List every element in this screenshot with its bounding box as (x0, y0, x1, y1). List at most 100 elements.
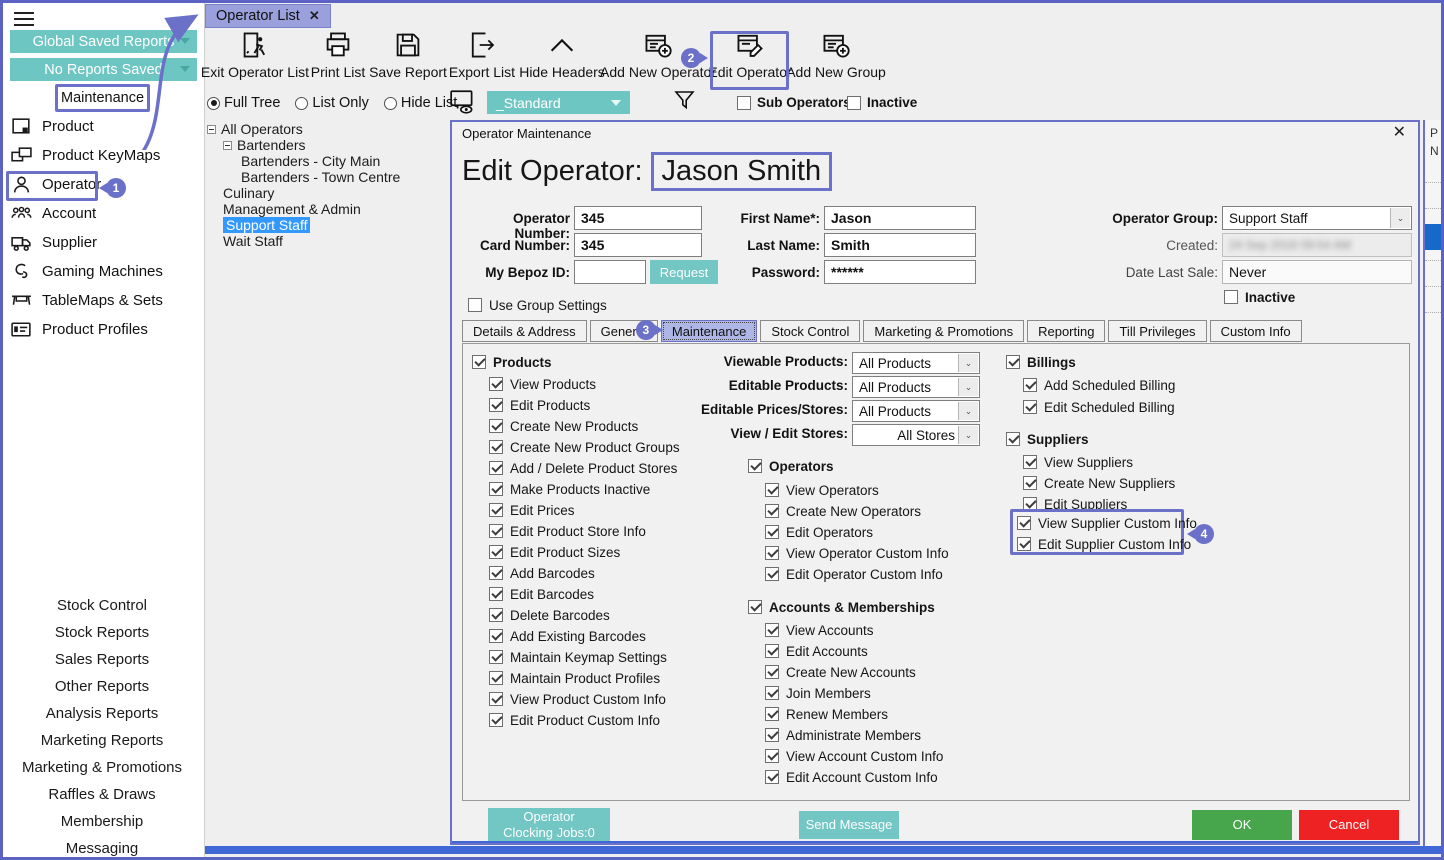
sidebar-item-supplier[interactable]: Supplier (10, 230, 97, 254)
use-group-settings-checkbox[interactable]: Use Group Settings (468, 298, 607, 313)
permission-checkbox[interactable]: Renew Members (765, 707, 943, 722)
tree-row[interactable]: All Operators (207, 121, 447, 137)
sidebar-item-product[interactable]: Product (10, 114, 94, 138)
export-list-button[interactable]: Export List (448, 30, 516, 80)
sidebar-item-maintenance[interactable]: Maintenance (55, 84, 150, 112)
tab-custom-info[interactable]: Custom Info (1210, 320, 1302, 342)
inactive-checkbox[interactable]: Inactive (1224, 290, 1295, 305)
collapse-icon[interactable] (207, 125, 216, 134)
hamburger-menu-icon[interactable] (14, 12, 34, 26)
viewable-products-dropdown[interactable]: All Products⌄ (852, 352, 980, 374)
permission-checkbox[interactable]: Edit Account Custom Info (765, 770, 943, 785)
sidebar-item-account[interactable]: Account (10, 201, 96, 225)
global-saved-reports-dropdown[interactable]: Global Saved Reports (10, 30, 197, 53)
add-new-group-button[interactable]: Add New Group (790, 30, 882, 80)
permission-checkbox[interactable]: Edit Product Sizes (489, 545, 680, 560)
operator-clocking-jobs-button[interactable]: Operator Clocking Jobs:0 (488, 808, 610, 842)
permission-checkbox[interactable]: Edit Product Custom Info (489, 713, 680, 728)
bepoz-id-field[interactable] (574, 260, 646, 284)
sidebar-bottom-item[interactable]: Analysis Reports (0, 700, 204, 727)
sidebar-bottom-item[interactable]: Messaging (0, 835, 204, 860)
tab-details-address[interactable]: Details & Address (462, 320, 587, 342)
tree-row[interactable]: Culinary (207, 185, 447, 201)
permission-checkbox[interactable]: View Accounts (765, 623, 943, 638)
permission-checkbox[interactable]: View Suppliers (1023, 455, 1175, 470)
permission-checkbox[interactable]: Join Members (765, 686, 943, 701)
permission-checkbox[interactable]: View Operators (765, 483, 949, 498)
view-edit-stores-dropdown[interactable]: All Stores⌄ (852, 424, 980, 446)
billings-section-checkbox[interactable]: Billings (1006, 355, 1076, 370)
sub-operators-checkbox[interactable]: Sub Operators (737, 95, 851, 110)
sidebar-bottom-item[interactable]: Stock Control (0, 592, 204, 619)
permission-checkbox[interactable]: Edit Accounts (765, 644, 943, 659)
permission-checkbox[interactable]: Add Existing Barcodes (489, 629, 680, 644)
permission-checkbox[interactable]: Create New Accounts (765, 665, 943, 680)
tab-till-privileges[interactable]: Till Privileges (1108, 320, 1206, 342)
permission-checkbox[interactable]: View Account Custom Info (765, 749, 943, 764)
operator-group-dropdown[interactable]: Support Staff ⌄ (1222, 206, 1412, 230)
funnel-icon[interactable] (672, 88, 698, 114)
permission-checkbox[interactable]: Add Scheduled Billing (1023, 378, 1175, 393)
first-name-field[interactable]: Jason (824, 206, 976, 230)
cancel-button[interactable]: Cancel (1299, 810, 1399, 840)
permission-checkbox[interactable]: Create New Suppliers (1023, 476, 1175, 491)
sidebar-bottom-item[interactable]: Marketing & Promotions (0, 754, 204, 781)
last-name-field[interactable]: Smith (824, 233, 976, 257)
sidebar-item-product-profiles[interactable]: Product Profiles (10, 317, 148, 341)
sidebar-bottom-item[interactable]: Sales Reports (0, 646, 204, 673)
permission-checkbox[interactable]: View Supplier Custom Info (1017, 516, 1181, 531)
editable-prices-stores-dropdown[interactable]: All Products⌄ (852, 400, 980, 422)
inactive-filter-checkbox[interactable]: Inactive (847, 95, 917, 110)
close-tab-icon[interactable]: ✕ (309, 8, 320, 24)
permission-checkbox[interactable]: Create New Product Groups (489, 440, 680, 455)
permission-checkbox[interactable]: Make Products Inactive (489, 482, 680, 497)
permission-checkbox[interactable]: Administrate Members (765, 728, 943, 743)
dialog-titlebar[interactable]: Operator Maintenance (452, 122, 1418, 144)
permission-checkbox[interactable]: Edit Barcodes (489, 587, 680, 602)
permission-checkbox[interactable]: View Operator Custom Info (765, 546, 949, 561)
operator-number-field[interactable]: 345 (574, 206, 702, 230)
suppliers-section-checkbox[interactable]: Suppliers (1006, 432, 1089, 447)
permission-checkbox[interactable]: Edit Operators (765, 525, 949, 540)
permission-checkbox[interactable]: Add / Delete Product Stores (489, 461, 680, 476)
sidebar-item-gaming-machines[interactable]: Gaming Machines (10, 259, 163, 283)
sidebar-bottom-item[interactable]: Stock Reports (0, 619, 204, 646)
exit-operator-list-button[interactable]: Exit Operator List (206, 30, 304, 80)
sidebar-bottom-item[interactable]: Membership (0, 808, 204, 835)
operators-section-checkbox[interactable]: Operators (748, 459, 834, 474)
view-style-dropdown[interactable]: _Standard (487, 91, 630, 114)
permission-checkbox[interactable]: Edit Prices (489, 503, 680, 518)
saved-reports-dropdown[interactable]: No Reports Saved (10, 58, 197, 81)
sidebar-item-tablemaps[interactable]: TableMaps & Sets (10, 288, 163, 312)
hide-headers-button[interactable]: Hide Headers (522, 30, 602, 80)
permission-checkbox[interactable]: Edit Operator Custom Info (765, 567, 949, 582)
print-list-button[interactable]: Print List (312, 30, 364, 80)
permission-checkbox[interactable]: Edit Supplier Custom Info (1017, 537, 1181, 552)
tree-row[interactable]: Bartenders - City Main (207, 153, 447, 169)
save-report-button[interactable]: Save Report (370, 30, 446, 80)
sidebar-bottom-item[interactable]: Raffles & Draws (0, 781, 204, 808)
permission-checkbox[interactable]: Delete Barcodes (489, 608, 680, 623)
password-field[interactable]: ****** (824, 260, 976, 284)
card-number-field[interactable]: 345 (574, 233, 702, 257)
tree-row[interactable]: Bartenders - Town Centre (207, 169, 447, 185)
tab-maintenance[interactable]: Maintenance 3 (661, 320, 757, 342)
accounts-section-checkbox[interactable]: Accounts & Memberships (748, 600, 935, 615)
permission-checkbox[interactable]: Maintain Product Profiles (489, 671, 680, 686)
radio-list-only[interactable]: List Only (295, 95, 368, 111)
sidebar-bottom-item[interactable]: Marketing Reports (0, 727, 204, 754)
permission-checkbox[interactable]: Add Barcodes (489, 566, 680, 581)
tab-marketing-promotions[interactable]: Marketing & Promotions (863, 320, 1024, 342)
ok-button[interactable]: OK (1192, 810, 1292, 840)
tab-operator-list[interactable]: Operator List ✕ (205, 4, 331, 28)
collapse-icon[interactable] (223, 141, 232, 150)
tree-row[interactable]: Bartenders (207, 137, 447, 153)
dialog-close-icon[interactable]: ✕ (1393, 125, 1406, 141)
tree-row[interactable]: Wait Staff (207, 233, 447, 249)
permission-checkbox[interactable]: Edit Product Store Info (489, 524, 680, 539)
permission-checkbox[interactable]: View Product Custom Info (489, 692, 680, 707)
permission-checkbox[interactable]: Edit Scheduled Billing (1023, 400, 1175, 415)
sidebar-item-product-keymaps[interactable]: Product KeyMaps (10, 143, 160, 167)
tree-row[interactable]: Management & Admin (207, 201, 447, 217)
tree-row-selected[interactable]: Support Staff (207, 217, 447, 233)
